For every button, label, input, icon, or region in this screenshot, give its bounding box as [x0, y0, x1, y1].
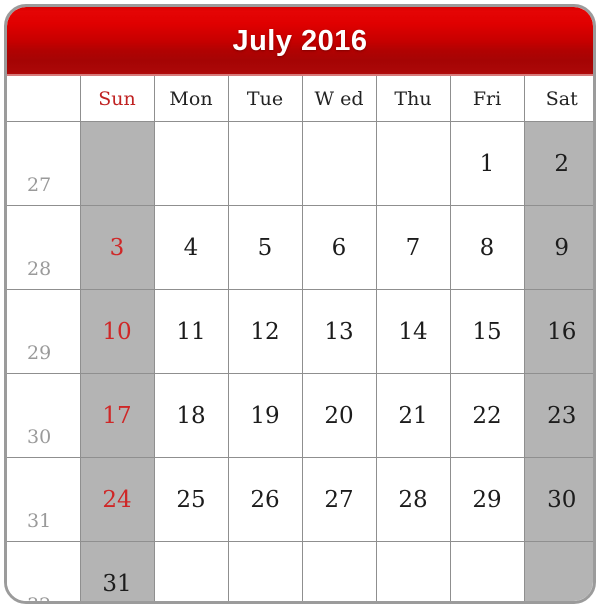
- day-cell[interactable]: 13: [302, 290, 376, 374]
- week-row: 2910111213141516: [7, 290, 596, 374]
- day-cell[interactable]: 28: [376, 458, 450, 542]
- week-row: 27 12: [7, 122, 596, 206]
- day-cell[interactable]: 11: [154, 290, 228, 374]
- day-of-week-header-row: Sun Mon Tue W ed Thu Fri Sat: [7, 76, 596, 122]
- week-number-cell: 31: [7, 458, 80, 542]
- week-number-cell: 29: [7, 290, 80, 374]
- day-cell[interactable]: [524, 542, 596, 604]
- day-cell[interactable]: 14: [376, 290, 450, 374]
- day-cell[interactable]: 29: [450, 458, 524, 542]
- week-number-cell: 28: [7, 206, 80, 290]
- day-cell[interactable]: 26: [228, 458, 302, 542]
- day-cell[interactable]: 5: [228, 206, 302, 290]
- day-cell[interactable]: 30: [524, 458, 596, 542]
- day-cell[interactable]: [154, 542, 228, 604]
- day-cell[interactable]: 10: [80, 290, 154, 374]
- day-cell[interactable]: 19: [228, 374, 302, 458]
- day-cell[interactable]: [302, 542, 376, 604]
- day-cell[interactable]: 9: [524, 206, 596, 290]
- day-cell[interactable]: 8: [450, 206, 524, 290]
- calendar-widget: July 2016 Sun Mon Tue W ed Thu Fri Sat 2…: [4, 4, 596, 604]
- calendar-title-bar: July 2016: [7, 7, 593, 76]
- day-cell[interactable]: [376, 542, 450, 604]
- week-row: 3124252627282930: [7, 458, 596, 542]
- calendar-grid: Sun Mon Tue W ed Thu Fri Sat 27122834567…: [7, 76, 596, 604]
- day-cell[interactable]: 20: [302, 374, 376, 458]
- day-cell[interactable]: [228, 542, 302, 604]
- day-cell[interactable]: [228, 122, 302, 206]
- day-cell[interactable]: [376, 122, 450, 206]
- day-header-fri: Fri: [450, 76, 524, 122]
- day-cell[interactable]: 18: [154, 374, 228, 458]
- day-cell[interactable]: [154, 122, 228, 206]
- day-cell[interactable]: [80, 122, 154, 206]
- day-header-wed: W ed: [302, 76, 376, 122]
- calendar-body: 2712283456789291011121314151630171819202…: [7, 122, 596, 604]
- day-cell[interactable]: 27: [302, 458, 376, 542]
- week-row: 3017181920212223: [7, 374, 596, 458]
- day-header-mon: Mon: [154, 76, 228, 122]
- week-number-cell: 30: [7, 374, 80, 458]
- day-cell[interactable]: 24: [80, 458, 154, 542]
- week-number-cell: 32: [7, 542, 80, 604]
- day-cell[interactable]: 17: [80, 374, 154, 458]
- day-cell[interactable]: 7: [376, 206, 450, 290]
- week-row: 3231: [7, 542, 596, 604]
- page-title: July 2016: [232, 25, 367, 58]
- day-cell[interactable]: 25: [154, 458, 228, 542]
- day-cell[interactable]: 15: [450, 290, 524, 374]
- week-number-column-header: [7, 76, 80, 122]
- day-cell[interactable]: 31: [80, 542, 154, 604]
- day-cell[interactable]: 12: [228, 290, 302, 374]
- day-cell[interactable]: 2: [524, 122, 596, 206]
- day-header-thu: Thu: [376, 76, 450, 122]
- day-cell[interactable]: [450, 542, 524, 604]
- week-number-cell: 27: [7, 122, 80, 206]
- day-cell[interactable]: 6: [302, 206, 376, 290]
- day-cell[interactable]: [302, 122, 376, 206]
- day-cell[interactable]: 21: [376, 374, 450, 458]
- week-row: 283456789: [7, 206, 596, 290]
- day-header-sat: Sat: [524, 76, 596, 122]
- day-cell[interactable]: 22: [450, 374, 524, 458]
- day-cell[interactable]: 3: [80, 206, 154, 290]
- day-cell[interactable]: 1: [450, 122, 524, 206]
- day-header-tue: Tue: [228, 76, 302, 122]
- day-cell[interactable]: 23: [524, 374, 596, 458]
- day-header-sun: Sun: [80, 76, 154, 122]
- day-cell[interactable]: 4: [154, 206, 228, 290]
- day-cell[interactable]: 16: [524, 290, 596, 374]
